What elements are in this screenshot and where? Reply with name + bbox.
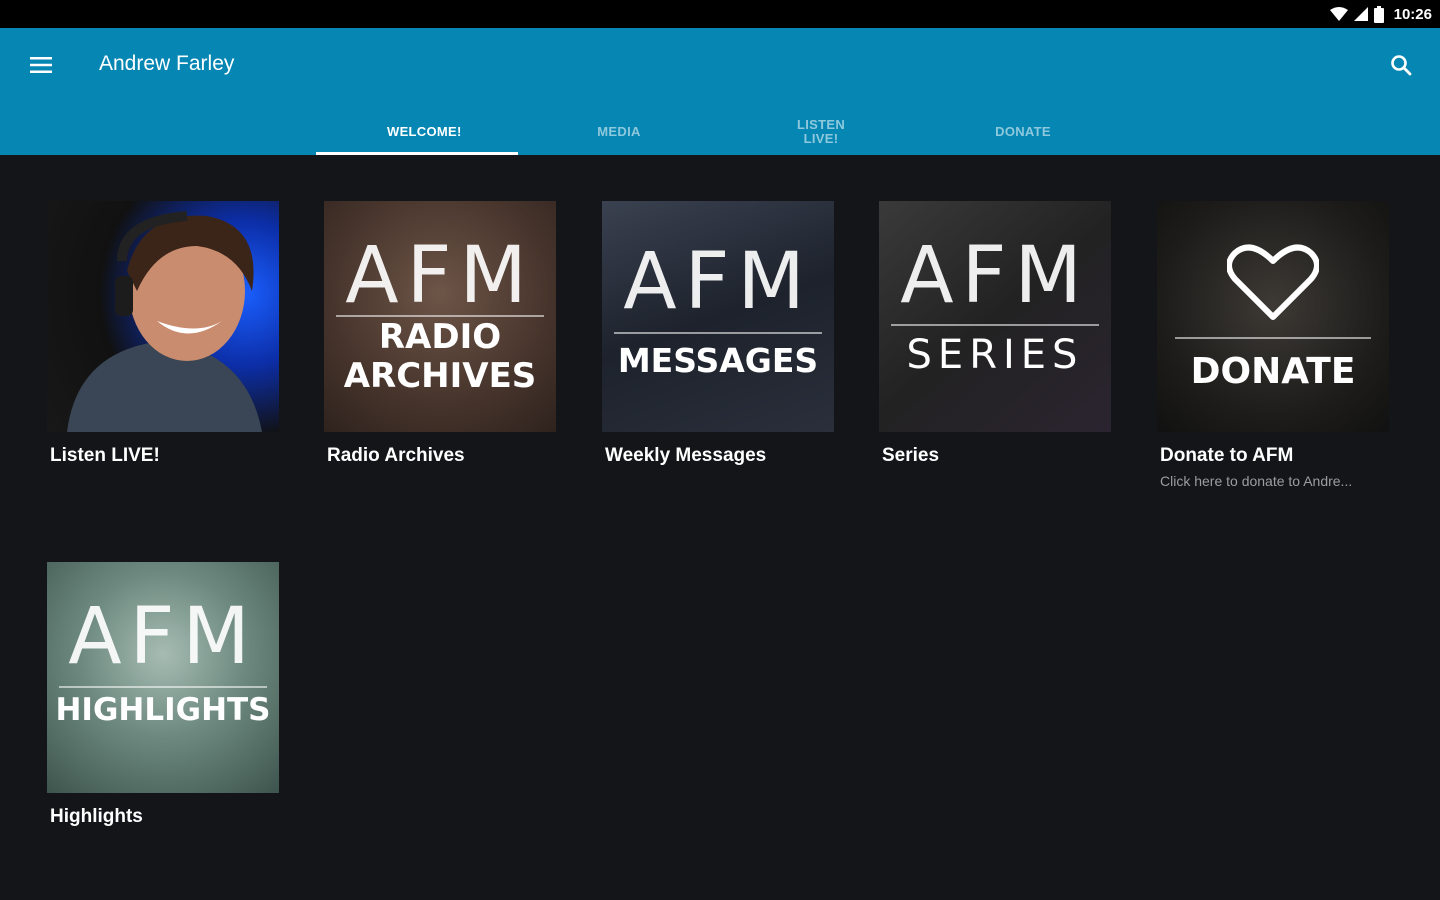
art-line-1: DONATE	[1190, 351, 1356, 392]
search-icon	[1391, 55, 1412, 76]
tile-title: Weekly Messages	[605, 445, 767, 466]
status-icons: 10:26	[1329, 4, 1432, 24]
listen-live-artwork	[47, 201, 279, 432]
weekly-messages-artwork: AFM MESSAGES	[602, 201, 834, 432]
tile-title: Highlights	[50, 806, 143, 827]
tile-title: Series	[882, 445, 940, 466]
status-time: 10:26	[1393, 5, 1432, 23]
tile-title: Listen LIVE!	[50, 445, 160, 466]
tab-welcome[interactable]: WELCOME!	[316, 108, 518, 155]
art-line-1: SERIES	[906, 332, 1084, 378]
tab-listen-live-label: LISTEN LIVE!	[796, 116, 846, 146]
tile-title: Radio Archives	[327, 445, 465, 466]
tile-highlights[interactable]: AFM HIGHLIGHTS Highlights	[47, 562, 279, 828]
radio-archives-artwork: AFM RADIO ARCHIVES	[324, 201, 556, 432]
series-artwork: AFM SERIES	[879, 201, 1111, 432]
hamburger-menu-icon	[30, 57, 52, 73]
app-title: Andrew Farley	[99, 52, 235, 75]
divider-line	[1175, 337, 1371, 339]
wifi-icon	[1329, 7, 1348, 21]
tile-weekly-messages[interactable]: AFM MESSAGES Weekly Messages	[602, 201, 834, 467]
tab-welcome-label: WELCOME!	[387, 123, 462, 139]
divider-line	[614, 332, 822, 334]
art-line-1: MESSAGES	[617, 341, 819, 380]
tab-bar: WELCOME! MEDIA LISTEN LIVE! DONATE	[316, 108, 1124, 155]
afm-logo-text: AFM	[345, 231, 535, 321]
divider-line	[59, 686, 267, 688]
status-bar: 10:26	[0, 0, 1440, 28]
signal-icon	[1353, 7, 1368, 21]
afm-logo-text: AFM	[68, 592, 258, 682]
tile-title: Donate to AFM	[1160, 445, 1294, 466]
divider-line	[891, 324, 1099, 326]
art-line-2: ARCHIVES	[343, 356, 537, 396]
tab-donate[interactable]: DONATE	[922, 108, 1124, 155]
art-line-1: HIGHLIGHTS	[55, 692, 271, 728]
app-bar: Andrew Farley WELCOME! MEDIA LISTEN LIVE…	[0, 28, 1440, 155]
afm-logo-text: AFM	[900, 231, 1090, 321]
highlights-artwork: AFM HIGHLIGHTS	[47, 562, 279, 793]
afm-logo-text: AFM	[623, 237, 813, 327]
donate-artwork: DONATE	[1157, 201, 1389, 432]
tile-subtitle: Click here to donate to Andre...	[1160, 473, 1353, 489]
tile-donate[interactable]: DONATE Donate to AFM Click here to donat…	[1157, 201, 1389, 489]
heart-icon	[1227, 244, 1319, 320]
tile-listen-live[interactable]: Listen LIVE!	[47, 201, 279, 467]
tab-listen-live[interactable]: LISTEN LIVE!	[720, 108, 922, 155]
tile-series[interactable]: AFM SERIES Series	[879, 201, 1111, 467]
host-portrait-image	[67, 211, 262, 432]
tab-donate-label: DONATE	[995, 123, 1051, 139]
tile-radio-archives[interactable]: AFM RADIO ARCHIVES Radio Archives	[324, 201, 556, 467]
art-line-1: RADIO	[378, 317, 502, 357]
battery-icon	[1373, 5, 1384, 23]
tab-media-label: MEDIA	[597, 123, 641, 139]
search-button[interactable]	[1386, 50, 1416, 80]
menu-button[interactable]	[26, 50, 56, 80]
tab-media[interactable]: MEDIA	[518, 108, 720, 155]
